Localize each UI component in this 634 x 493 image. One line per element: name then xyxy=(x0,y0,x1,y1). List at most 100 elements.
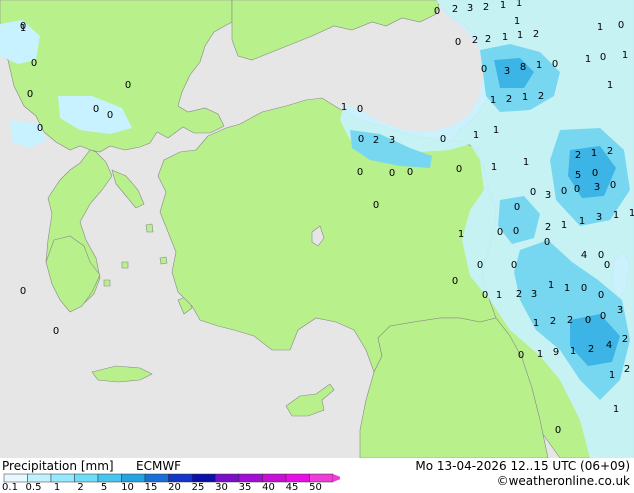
legend-tick-label: 30 xyxy=(215,482,228,493)
precip-value-label: 1 xyxy=(493,125,499,136)
precip-value-label: 0 xyxy=(513,226,519,237)
precip-value-label: 2 xyxy=(550,316,556,327)
land-island-small-4 xyxy=(159,256,168,265)
precip-value-label: 1 xyxy=(537,349,543,360)
precip-value-label: 1 xyxy=(341,102,347,113)
precip-value-label: 1 xyxy=(585,54,591,65)
precip-value-label: 1 xyxy=(613,210,619,221)
precip-value-label: 0 xyxy=(357,167,363,178)
copyright-credit: ©weatheronline.co.uk xyxy=(496,474,630,488)
precip-value-label: 1 xyxy=(517,30,523,41)
precip-value-label: 3 xyxy=(389,135,395,146)
precip-value-label: 0 xyxy=(20,286,26,297)
precip-value-label: 1 xyxy=(597,22,603,33)
precip-value-label: 2 xyxy=(538,91,544,102)
legend-swatch xyxy=(50,473,75,483)
precip-value-label: 5 xyxy=(575,170,581,181)
legend-swatch xyxy=(168,473,193,483)
precip-value-label: 2 xyxy=(575,150,581,161)
legend-swatch xyxy=(3,473,28,483)
precip-value-label: 2 xyxy=(588,344,594,355)
precip-value-label: 0 xyxy=(598,290,604,301)
precip-value-label: 3 xyxy=(596,212,602,223)
precip-value-label: 0 xyxy=(93,104,99,115)
legend-swatch xyxy=(285,473,310,483)
precip-value-label: 1 xyxy=(564,283,570,294)
precip-value-label: 1 xyxy=(607,80,613,91)
legend-swatch xyxy=(191,473,216,483)
legend-swatch xyxy=(74,473,99,483)
precip-value-label: 0 xyxy=(389,168,395,179)
precip-value-label: 1 xyxy=(500,0,506,11)
precip-value-label: 0 xyxy=(434,6,440,17)
precip-value-label: 3 xyxy=(545,190,551,201)
legend-swatch xyxy=(262,473,287,483)
legend-tick-label: 45 xyxy=(285,482,299,493)
legend-swatch xyxy=(27,473,52,483)
precip-value-label: 8 xyxy=(520,62,526,73)
precipitation-title: Precipitation [mm] xyxy=(2,459,114,473)
precip-value-label: 1 xyxy=(502,32,508,43)
precip-value-label: 1 xyxy=(579,216,585,227)
precip-value-label: 1 xyxy=(591,148,597,159)
precip-value-label: 1 xyxy=(458,229,464,240)
legend-swatch xyxy=(238,473,263,483)
precip-value-label: 1 xyxy=(613,404,619,415)
precip-value-label: 0 xyxy=(31,58,37,69)
precip-value-label: 9 xyxy=(553,347,559,358)
precip-value-label: 0 xyxy=(37,123,43,134)
legend-tick-label: 20 xyxy=(168,482,181,493)
precip-value-label: 0 xyxy=(511,260,517,271)
legend-tick-label: 15 xyxy=(144,482,158,493)
precip-value-label: 1 xyxy=(491,162,497,173)
precip-value-label: 1 xyxy=(629,208,634,219)
precip-value-label: 1 xyxy=(561,220,567,231)
legend-tick-label: 2 xyxy=(77,482,84,493)
precip-value-label: 1 xyxy=(20,23,26,34)
model-name: ECMWF xyxy=(136,459,182,473)
legend-tick-label: 25 xyxy=(191,482,205,493)
precip-value-label: 2 xyxy=(373,135,379,146)
legend-tick-label: 5 xyxy=(100,482,108,493)
precip-value-label: 0 xyxy=(555,425,561,436)
precip-value-label: 2 xyxy=(516,289,522,300)
legend-swatch xyxy=(121,473,146,483)
precip-value-label: 0 xyxy=(530,187,536,198)
precip-value-label: 0 xyxy=(552,59,558,70)
precip-value-label: 2 xyxy=(622,334,628,345)
precip-value-label: 2 xyxy=(607,146,613,157)
precip-value-label: 2 xyxy=(485,34,491,45)
land-island-small-3 xyxy=(121,261,129,269)
legend-tick-label: 50 xyxy=(309,482,322,493)
precip-value-label: 1 xyxy=(490,95,496,106)
land-island-small-2 xyxy=(103,279,111,287)
precip-value-label: 1 xyxy=(523,157,529,168)
precip-value-label: 1 xyxy=(516,0,522,9)
precip-value-label: 0 xyxy=(618,20,624,31)
legend-tick-label: 0.5 xyxy=(25,482,42,493)
precip-value-label: 0 xyxy=(482,290,488,301)
precip-value-label: 2 xyxy=(483,2,489,13)
precip-value-label: 0 xyxy=(477,260,483,271)
precip-value-label: 4 xyxy=(581,250,587,261)
precip-value-label: 0 xyxy=(452,276,458,287)
legend-arrow xyxy=(333,474,340,482)
precip-value-label: 0 xyxy=(481,64,487,75)
precip-value-label: 2 xyxy=(452,4,458,15)
precip-value-label: 1 xyxy=(496,290,502,301)
precip-value-label: 3 xyxy=(467,3,473,14)
precip-value-label: 2 xyxy=(567,315,573,326)
precip-value-label: 3 xyxy=(504,66,510,77)
legend-swatches xyxy=(3,473,340,483)
legend-swatch xyxy=(144,473,169,483)
precip-value-label: 2 xyxy=(533,29,539,40)
precip-value-label: 3 xyxy=(617,305,623,316)
precip-value-label: 2 xyxy=(624,364,630,375)
precip-value-label: 0 xyxy=(107,110,113,121)
legend-swatch xyxy=(97,473,122,483)
legend-swatch xyxy=(215,473,240,483)
land-island-small-1 xyxy=(145,223,154,233)
precip-value-label: 1 xyxy=(548,280,554,291)
precip-value-label: 1 xyxy=(522,92,528,103)
legend-tick-label: 10 xyxy=(121,482,134,493)
